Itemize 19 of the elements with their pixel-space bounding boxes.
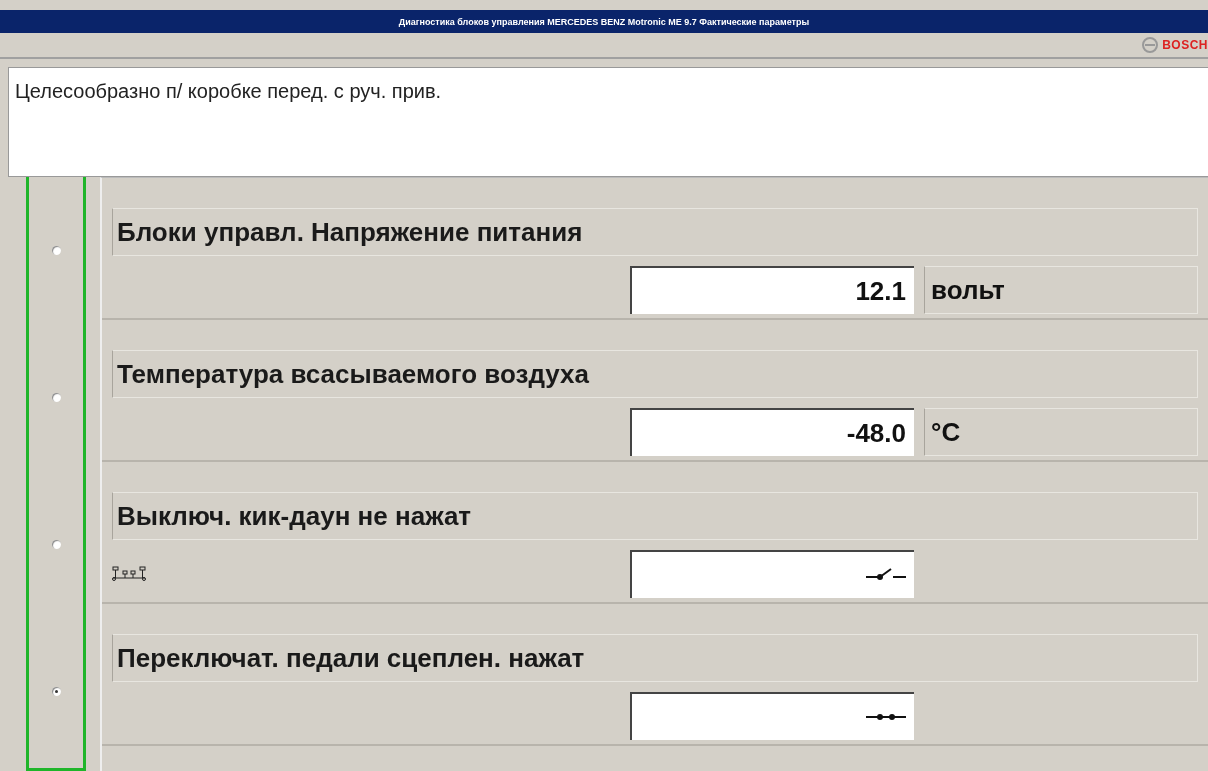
parameter-label: Блоки управл. Напряжение питания <box>112 208 1198 256</box>
connector-icon <box>112 566 146 582</box>
unit-label: вольт <box>924 266 1198 314</box>
logo-icon <box>1142 37 1159 53</box>
radio-button[interactable] <box>51 687 61 696</box>
open-switch-icon <box>866 568 906 582</box>
parameter-label: Переключат. педали сцеплен. нажат <box>112 634 1198 682</box>
closed-switch-icon <box>866 712 906 722</box>
window-title: Диагностика блоков управления MERCEDES BENZ Motronic ME 9.7 Фактические параметры <box>398 16 810 27</box>
parameter-label: Выключ. кик-даун не нажат <box>112 492 1198 540</box>
value-field: -48.0 <box>630 408 914 456</box>
unit-label: °C <box>924 408 1198 456</box>
radio-button[interactable] <box>51 393 61 402</box>
value-field: 12.1 <box>630 266 914 314</box>
parameter-label: Температура всасываемого воздуха <box>112 350 1198 398</box>
radio-button[interactable] <box>51 540 61 549</box>
message-text: Целесообразно п/ коробке перед. с руч. прив. <box>8 67 1208 177</box>
radio-button[interactable] <box>51 246 61 255</box>
brand-name: BOSCH <box>1162 38 1208 52</box>
